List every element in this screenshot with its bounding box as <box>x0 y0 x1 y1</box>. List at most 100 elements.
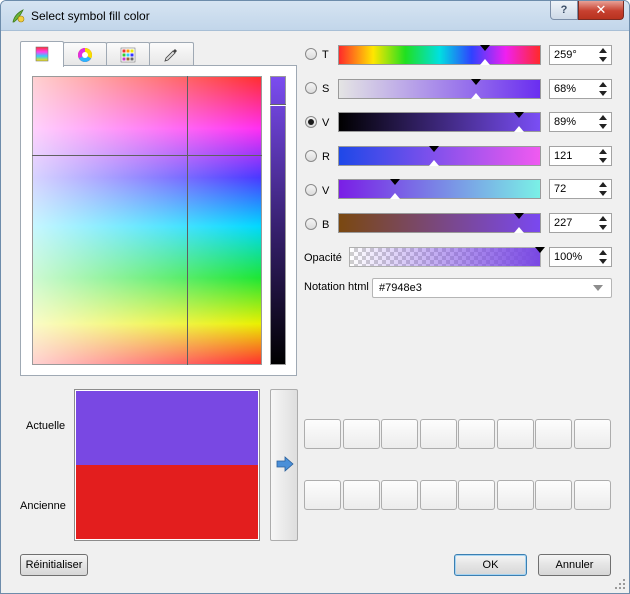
swatch-slot[interactable] <box>574 480 611 510</box>
channel-radio-b[interactable] <box>305 218 317 230</box>
channel-label-t: T <box>322 49 329 61</box>
spin-up-icon[interactable] <box>597 249 610 257</box>
channel-radio-s[interactable] <box>305 82 317 94</box>
swatch-slot[interactable] <box>497 480 534 510</box>
swatch-slot[interactable] <box>458 480 495 510</box>
spin-down-icon[interactable] <box>597 258 610 266</box>
cancel-button[interactable]: Annuler <box>538 554 611 576</box>
green-spinbox[interactable]: 72 <box>549 179 612 199</box>
spin-down-icon[interactable] <box>597 90 610 98</box>
add-to-swatches-button[interactable] <box>270 389 298 541</box>
tab-swatch-grid[interactable] <box>106 42 150 66</box>
color-plane-crosshair-vertical <box>187 76 188 365</box>
swatch-slot[interactable] <box>420 480 457 510</box>
blue-spinbox[interactable]: 227 <box>549 213 612 233</box>
html-notation-value: #7948e3 <box>379 282 422 294</box>
channel-radio-v[interactable] <box>305 116 317 128</box>
hue-spinbox[interactable]: 259° <box>549 45 612 65</box>
resize-grip-icon[interactable] <box>614 578 626 590</box>
reset-button[interactable]: Réinitialiser <box>20 554 88 576</box>
hue-value: 259° <box>554 49 577 61</box>
swatch-slot[interactable] <box>535 419 572 449</box>
saturation-spinbox[interactable]: 68% <box>549 79 612 99</box>
red-slider-marker-bottom <box>429 160 439 166</box>
spin-up-icon[interactable] <box>597 215 610 223</box>
spin-up-icon[interactable] <box>597 114 610 122</box>
tab-color-ramp[interactable] <box>20 41 64 67</box>
spin-down-icon[interactable] <box>597 157 610 165</box>
swatch-slot[interactable] <box>381 419 418 449</box>
swatch-slot[interactable] <box>343 419 380 449</box>
red-slider[interactable] <box>338 146 541 166</box>
opacity-slider-marker <box>535 247 545 253</box>
channel-radio-t[interactable] <box>305 48 317 60</box>
color-dialog: Select symbol fill color ? ✕ T 259° S 68… <box>0 0 630 594</box>
opacity-spinbox[interactable]: 100% <box>549 247 612 267</box>
html-notation-combo[interactable]: #7948e3 <box>372 278 612 298</box>
tab-eyedropper[interactable] <box>149 42 194 66</box>
spin-up-icon[interactable] <box>597 181 610 189</box>
swatch-slot[interactable] <box>420 419 457 449</box>
blue-value: 227 <box>554 217 573 229</box>
value-slider-marker-top <box>514 112 524 118</box>
hue-slider[interactable] <box>338 45 541 65</box>
channel-label-r: R <box>322 151 330 163</box>
opacity-value: 100% <box>554 251 583 263</box>
spin-down-icon[interactable] <box>597 123 610 131</box>
swatch-slot[interactable] <box>574 419 611 449</box>
chevron-down-icon[interactable] <box>593 285 603 291</box>
channel-label-v: V <box>322 117 330 129</box>
previous-color-label: Ancienne <box>20 500 66 512</box>
spin-down-icon[interactable] <box>597 190 610 198</box>
channel-label-b: B <box>322 219 330 231</box>
channel-label-g: V <box>322 185 330 197</box>
previous-color-swatch[interactable] <box>76 465 258 539</box>
current-color-label: Actuelle <box>26 420 66 432</box>
swatch-slot[interactable] <box>343 480 380 510</box>
spin-up-icon[interactable] <box>597 148 610 156</box>
green-slider-marker-bottom <box>390 193 400 199</box>
current-color-swatch <box>76 391 258 465</box>
swatch-slot[interactable] <box>381 480 418 510</box>
swatch-slot[interactable] <box>304 480 341 510</box>
value-ramp-slider[interactable] <box>270 76 286 365</box>
red-value: 121 <box>554 150 573 162</box>
swatch-slot[interactable] <box>497 419 534 449</box>
ok-button[interactable]: OK <box>454 554 527 576</box>
close-button[interactable]: ✕ <box>578 1 624 20</box>
tab-color-wheel[interactable] <box>63 42 107 66</box>
blue-slider[interactable] <box>338 213 541 233</box>
channel-radio-r[interactable] <box>305 150 317 162</box>
qgis-app-icon <box>12 9 25 23</box>
help-button[interactable]: ? <box>550 1 578 20</box>
spin-up-icon[interactable] <box>597 81 610 89</box>
help-icon: ? <box>560 4 568 16</box>
spin-down-icon[interactable] <box>597 56 610 64</box>
green-slider[interactable] <box>338 179 541 199</box>
red-spinbox[interactable]: 121 <box>549 146 612 166</box>
green-slider-marker-top <box>390 179 400 185</box>
opacity-label: Opacité <box>304 252 342 264</box>
color-plane[interactable] <box>32 76 262 365</box>
value-slider[interactable] <box>338 112 541 132</box>
value-value: 89% <box>554 116 577 128</box>
window-title: Select symbol fill color <box>31 9 150 23</box>
channel-radio-g[interactable] <box>305 184 317 196</box>
color-ramp-icon <box>35 46 49 62</box>
value-ramp-marker[interactable] <box>270 104 286 106</box>
spin-up-icon[interactable] <box>597 47 610 55</box>
swatch-slot[interactable] <box>535 480 572 510</box>
hue-slider-marker-bottom <box>480 59 490 65</box>
swatch-slot[interactable] <box>304 419 341 449</box>
green-value: 72 <box>554 183 567 195</box>
spin-down-icon[interactable] <box>597 224 610 232</box>
value-spinbox[interactable]: 89% <box>549 112 612 132</box>
saturation-slider-marker-bottom <box>471 93 481 99</box>
saturation-slider[interactable] <box>338 79 541 99</box>
swatch-slot[interactable] <box>458 419 495 449</box>
opacity-slider[interactable] <box>349 247 545 267</box>
color-plane-crosshair-horizontal <box>32 155 262 156</box>
channel-label-s: S <box>322 83 330 95</box>
blue-slider-marker-bottom <box>514 227 524 233</box>
eyedropper-icon <box>164 49 177 62</box>
